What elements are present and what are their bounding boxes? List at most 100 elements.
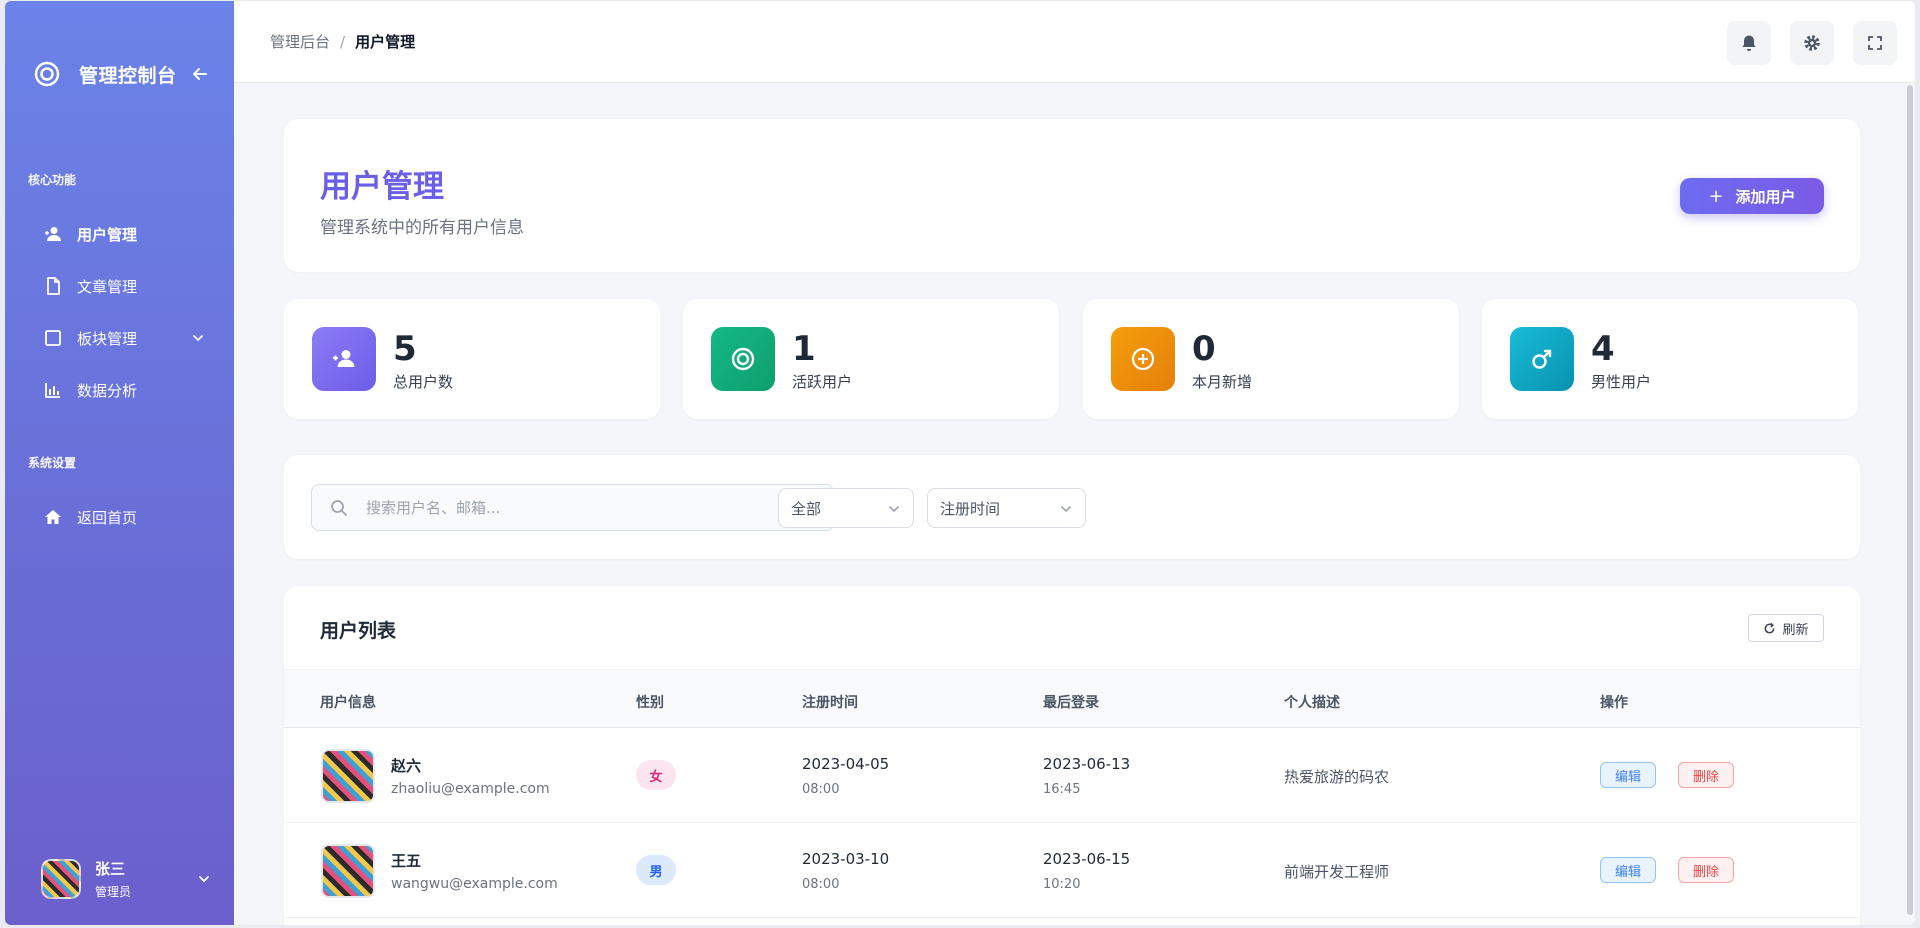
refresh-button[interactable]: 刷新 [1748,614,1824,642]
chevron-down-icon [199,876,209,883]
main-content: 管理后台 / 用户管理 用户管理 管理系统中的所有用户信息 + 添加用户 5 总… [234,1,1915,925]
sidebar-item-analytics[interactable]: 数据分析 [43,370,213,410]
sidebar-item-home[interactable]: 返回首页 [43,497,213,537]
user-role: 管理员 [95,885,132,899]
sidebar-item-label: 返回首页 [77,508,138,527]
table-title: 用户列表 [320,620,397,642]
sidebar-item-label: 板块管理 [77,329,138,348]
refresh-icon [1765,622,1775,633]
sidebar-item-label: 数据分析 [77,381,138,400]
sidebar-item-boards[interactable]: 板块管理 [43,318,213,358]
breadcrumb-item-admin[interactable]: 管理后台 [270,31,330,52]
stat-label: 活跃用户 [792,373,853,391]
app-window: 管理控制台 核心功能 用户管理 文章管理 板块管理 数据分析 系统设置 返回首页… [5,1,1915,925]
target-icon [731,347,755,371]
stat-icon-box [711,327,775,391]
row-user-email: wangwu@example.com [391,876,558,892]
target-logo-icon [34,61,60,87]
column-header: 用户信息 [320,695,376,711]
gear-icon [1804,35,1820,51]
stat-icon-box [1510,327,1574,391]
avatar [321,844,375,898]
male-icon [1532,349,1552,369]
home-icon [45,510,61,524]
settings-button[interactable] [1790,21,1834,65]
row-user-email: zhaoliu@example.com [391,781,550,797]
row-user-name: 王五 [391,852,422,870]
sort-select[interactable]: 注册时间 [927,488,1086,528]
stat-value: 0 [1192,329,1216,369]
page-header-card: 用户管理 管理系统中的所有用户信息 + 添加用户 [284,119,1860,272]
square-icon [45,330,61,346]
chart-icon [45,383,60,398]
sidebar: 管理控制台 核心功能 用户管理 文章管理 板块管理 数据分析 系统设置 返回首页… [5,1,234,925]
stat-label: 本月新增 [1192,373,1253,391]
column-header: 操作 [1600,695,1628,711]
chevron-down-icon [889,506,899,513]
sidebar-item-articles[interactable]: 文章管理 [43,266,213,306]
edit-button[interactable]: 编辑 [1600,857,1656,883]
sidebar-item-users[interactable]: 用户管理 [43,214,213,254]
user-name: 张三 [95,860,126,878]
column-header: 注册时间 [802,695,858,711]
section-title-core: 核心功能 [28,173,77,187]
login-date: 2023-06-13 [1043,755,1131,773]
topbar: 管理后台 / 用户管理 [234,1,1915,83]
delete-button[interactable]: 删除 [1678,762,1734,788]
reg-date: 2023-03-10 [802,850,890,868]
fullscreen-button[interactable] [1853,21,1897,65]
stat-icon-box [312,327,376,391]
sidebar-item-label: 用户管理 [77,225,138,244]
stat-value: 1 [792,329,816,369]
stat-icon-box [1111,327,1175,391]
stat-label: 总用户数 [393,373,454,391]
gender-badge: 女 [636,760,676,790]
chevron-down-icon [1061,506,1071,513]
reg-time: 08:00 [802,877,840,892]
chevron-down-icon [193,335,203,342]
reg-time: 08:00 [802,782,840,797]
edit-button[interactable]: 编辑 [1600,762,1656,788]
login-date: 2023-06-15 [1043,850,1131,868]
stat-card-total: 5 总用户数 [284,299,660,419]
row-description: 热爱旅游的码农 [1284,768,1390,786]
stat-label: 男性用户 [1591,373,1652,391]
brand-title: 管理控制台 [79,64,177,87]
brand: 管理控制台 [33,59,209,89]
column-header: 最后登录 [1043,695,1099,711]
delete-button[interactable]: 删除 [1678,857,1734,883]
login-time: 10:20 [1043,877,1081,892]
column-header: 性别 [636,695,664,711]
add-user-button[interactable]: + 添加用户 [1680,178,1824,214]
search-icon [331,499,347,516]
breadcrumb-item-current: 用户管理 [355,33,416,51]
user-table-card: 用户列表 刷新 用户信息 性别 注册时间 最后登录 个人描述 操作 赵六 zha… [284,586,1860,925]
arrow-left-icon[interactable] [191,65,209,83]
current-user[interactable]: 张三 管理员 [41,855,211,903]
stat-value: 4 [1591,329,1615,369]
column-header: 个人描述 [1284,695,1340,711]
section-title-settings: 系统设置 [28,456,77,470]
search-input[interactable]: 搜索用户名、邮箱... [311,484,834,531]
avatar [321,749,375,803]
row-user-name: 赵六 [391,757,422,775]
breadcrumb-separator: / [340,32,346,51]
stat-card-new: 0 本月新增 [1083,299,1459,419]
user-icon [45,227,61,241]
fullscreen-icon [1868,36,1882,50]
avatar [41,859,81,899]
sidebar-item-label: 文章管理 [77,277,138,296]
scrollbar[interactable] [1907,85,1913,915]
stat-value: 5 [393,329,417,369]
table-row: 赵六 zhaoliu@example.com 女 2023-04-05 08:0… [284,728,1860,823]
table-row: 王五 wangwu@example.com 男 2023-03-10 08:00… [284,823,1860,918]
stat-card-male: 4 男性用户 [1482,299,1858,419]
gender-select[interactable]: 全部 [778,488,914,528]
notification-button[interactable] [1727,21,1771,65]
stat-card-active: 1 活跃用户 [683,299,1059,419]
user-icon [333,350,355,367]
search-placeholder: 搜索用户名、邮箱... [366,499,501,517]
reg-date: 2023-04-05 [802,755,890,773]
page-subtitle: 管理系统中的所有用户信息 [320,218,524,238]
plus-circle-icon [1131,347,1155,371]
